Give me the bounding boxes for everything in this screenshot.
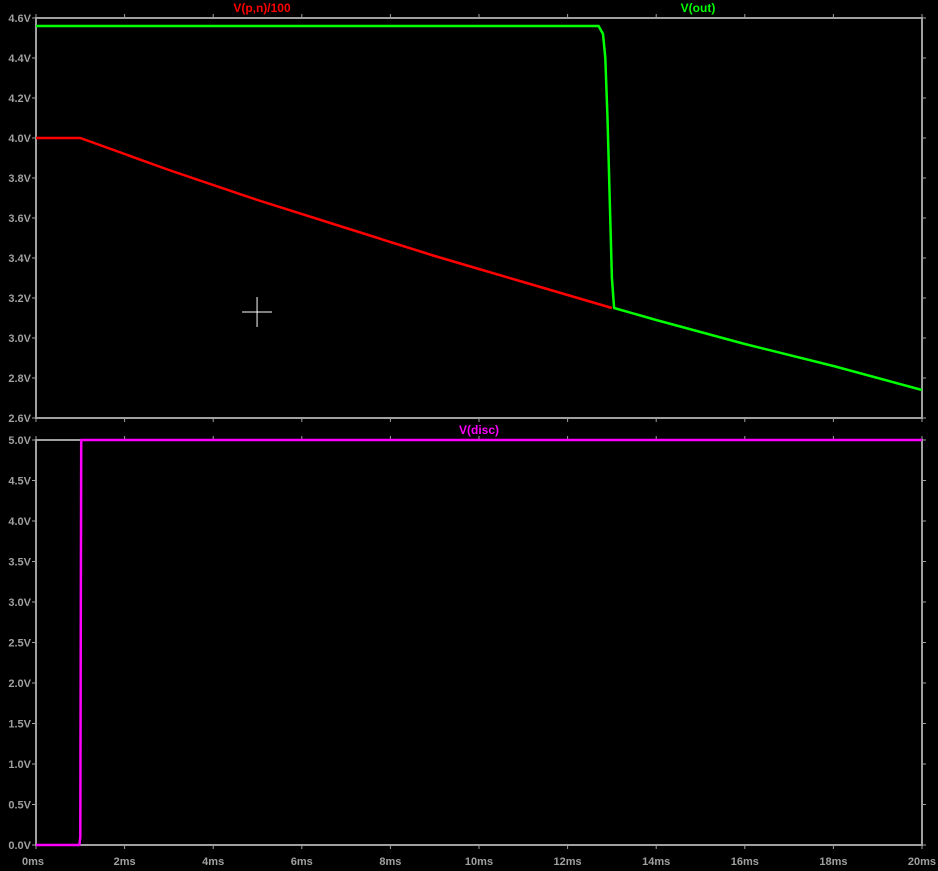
- crosshair-cursor: [242, 297, 273, 327]
- x-tick-label: 12ms: [554, 856, 582, 868]
- top-plot-pane[interactable]: 2.6V 2.8V 3.0V 3.2V 3.4V 3.6V 3.8V 4.0V 4.2V 4.4V…: [8, 1, 926, 425]
- x-tick-label: 0ms: [22, 856, 44, 868]
- y-tick-label: 2.0V: [8, 678, 31, 690]
- y-tick-label: 3.4V: [8, 253, 31, 265]
- y-tick-label: 1.0V: [8, 759, 31, 771]
- x-tick-label: 18ms: [819, 856, 847, 868]
- y-tick-label: 0.5V: [8, 800, 31, 812]
- y-tick-label: 2.8V: [8, 373, 31, 385]
- y-tick-label: 2.6V: [8, 413, 31, 425]
- y-tick-label: 1.5V: [8, 719, 31, 731]
- x-tick-label: 20ms: [908, 856, 936, 868]
- y-tick-label: 4.0V: [8, 133, 31, 145]
- series-line-0: [36, 136, 613, 310]
- y-tick-label: 2.5V: [8, 638, 31, 650]
- y-tick-label: 3.5V: [8, 557, 31, 569]
- x-tick-label: 10ms: [465, 856, 493, 868]
- y-tick-label: 4.4V: [8, 53, 31, 65]
- y-tick-label: 3.6V: [8, 213, 31, 225]
- x-tick-label: 6ms: [291, 856, 313, 868]
- waveform-viewer[interactable]: 2.6V 2.8V 3.0V 3.2V 3.4V 3.6V 3.8V 4.0V 4.2V 4.4V…: [0, 0, 938, 871]
- y-tick-label: 5.0V: [8, 435, 31, 447]
- x-tick-label: 2ms: [114, 856, 136, 868]
- bottom-plot-pane[interactable]: 0.0V 0.5V 1.0V 1.5V 2.0V 2.5V 3.0V 3.5V 4.0V 4.5V…: [8, 423, 936, 868]
- y-tick-label: 3.0V: [8, 333, 31, 345]
- y-tick-label: 3.0V: [8, 597, 31, 609]
- trace-label-0[interactable]: V(p,n)/100: [233, 1, 291, 15]
- y-tick-label: 4.2V: [8, 93, 31, 105]
- trace-label-0[interactable]: V(disc): [459, 423, 499, 437]
- y-tick-label: 4.5V: [8, 476, 31, 488]
- y-tick-label: 0.0V: [8, 840, 31, 852]
- series-line-1: [36, 24, 923, 392]
- series-line-0: [36, 438, 922, 847]
- x-tick-label: 14ms: [642, 856, 670, 868]
- plot-frame: [35, 439, 923, 846]
- trace-label-1[interactable]: V(out): [681, 1, 716, 15]
- plot-frame: [35, 17, 923, 419]
- x-tick-label: 8ms: [379, 856, 401, 868]
- y-tick-label: 4.0V: [8, 516, 31, 528]
- x-tick-label: 16ms: [731, 856, 759, 868]
- y-tick-label: 4.6V: [8, 13, 31, 25]
- y-tick-label: 3.8V: [8, 173, 31, 185]
- x-tick-label: 4ms: [202, 856, 224, 868]
- y-tick-label: 3.2V: [8, 293, 31, 305]
